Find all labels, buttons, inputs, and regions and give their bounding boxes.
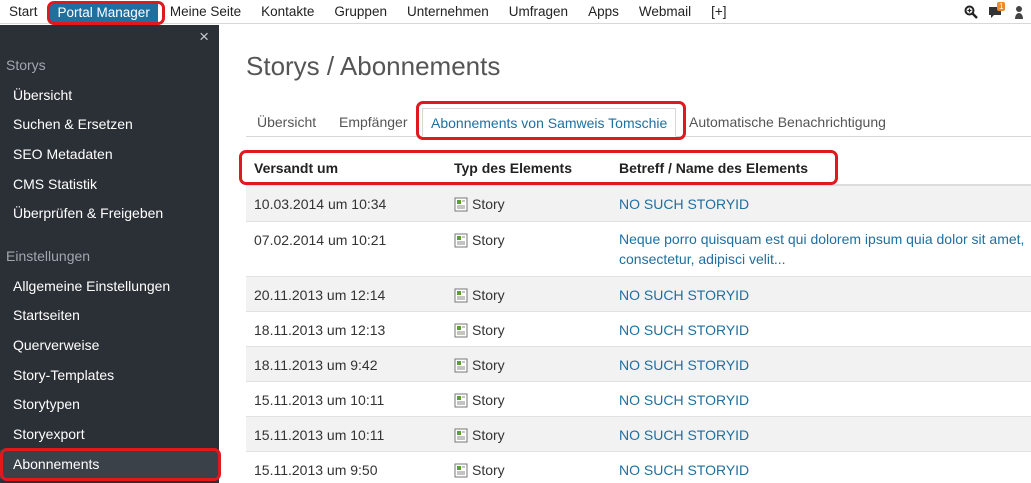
top-navigation-bar: Start Portal Manager Meine Seite Kontakt… [0,0,1031,24]
table-row: 15.11.2013 um 10:11 Story NO SUCH STORYI… [246,417,1031,452]
row-subject-link[interactable]: NO SUCH STORYID [619,425,749,445]
story-icon [454,428,468,442]
sidebar-item-storyexport[interactable]: Storyexport [13,426,85,442]
row-subject-link[interactable]: NO SUCH STORYID [619,460,749,480]
sidebar-item-querverweise[interactable]: Querverweise [13,337,99,353]
row-type: Story [454,196,505,212]
story-icon [454,358,468,372]
story-icon [454,233,468,247]
column-header-typ[interactable]: Typ des Elements [454,160,572,176]
row-type-label: Story [472,392,505,408]
nav-gruppen[interactable]: Gruppen [324,0,397,24]
sidebar-item-uebersicht[interactable]: Übersicht [13,87,72,103]
messages-icon[interactable]: 1 [983,0,1007,24]
row-type: Story [454,357,505,373]
row-date: 18.11.2013 um 9:42 [254,357,378,373]
table-row: 10.03.2014 um 10:34 Story NO SUCH STORYI… [246,186,1031,222]
column-header-betreff[interactable]: Betreff / Name des Elements [619,160,808,176]
row-subject-link[interactable]: NO SUCH STORYID [619,320,749,340]
row-type: Story [454,462,505,478]
page-title: Storys / Abonnements [246,51,501,81]
row-date: 07.02.2014 um 10:21 [254,232,387,248]
row-type-label: Story [472,232,505,248]
table-row: 18.11.2013 um 9:42 Story NO SUCH STORYID [246,347,1031,382]
story-icon [454,197,468,211]
sidebar-item-suchen-ersetzen[interactable]: Suchen & Ersetzen [13,116,133,132]
row-type: Story [454,392,505,408]
tab-uebersicht[interactable]: Übersicht [257,108,316,137]
nav-kontakte[interactable]: Kontakte [251,0,324,24]
story-icon [454,288,468,302]
table-row: 07.02.2014 um 10:21 Story Neque porro qu… [246,222,1031,277]
sidebar-item-allgemeine-einstellungen[interactable]: Allgemeine Einstellungen [13,278,170,294]
row-type: Story [454,287,505,303]
table-row: 15.11.2013 um 9:50 Story NO SUCH STORYID [246,452,1031,483]
row-type-label: Story [472,196,505,212]
row-type: Story [454,427,505,443]
nav-webmail[interactable]: Webmail [629,0,701,24]
top-icons: 1 [959,0,1031,24]
row-date: 20.11.2013 um 12:14 [254,287,386,303]
nav-portal-manager[interactable]: Portal Manager [49,1,158,23]
table-row: 18.11.2013 um 12:13 Story NO SUCH STORYI… [246,312,1031,347]
row-date: 10.03.2014 um 10:34 [254,196,387,212]
account-menu-icon[interactable] [1007,0,1031,24]
top-nav: Start Portal Manager Meine Seite Kontakt… [0,0,737,24]
row-type: Story [454,232,505,248]
nav-unternehmen[interactable]: Unternehmen [397,0,499,24]
row-type-label: Story [472,357,505,373]
row-type-label: Story [472,322,505,338]
row-subject-link[interactable]: Neque porro quisquam est qui dolorem ips… [619,229,1031,269]
sidebar-section-storys: Storys [6,57,46,73]
nav-meine-seite[interactable]: Meine Seite [160,0,251,24]
row-date: 15.11.2013 um 10:11 [254,392,385,408]
sidebar-section-einstellungen: Einstellungen [6,248,91,264]
nav-umfragen[interactable]: Umfragen [499,0,578,24]
sidebar-item-storytypen[interactable]: Storytypen [13,396,80,412]
row-subject-link[interactable]: NO SUCH STORYID [619,285,749,305]
row-date: 15.11.2013 um 10:11 [254,427,385,443]
row-type-label: Story [472,427,505,443]
row-subject-link[interactable]: NO SUCH STORYID [619,390,749,410]
column-header-versandt-um[interactable]: Versandt um [254,160,338,176]
nav-start[interactable]: Start [0,0,48,24]
sidebar: × Storys Übersicht Suchen & Ersetzen SEO… [0,25,219,483]
row-date: 18.11.2013 um 12:13 [254,322,386,338]
tab-bar: Übersicht Empfänger Abonnements von Samw… [246,108,1031,137]
sidebar-item-cms-statistik[interactable]: CMS Statistik [13,176,97,192]
row-date: 15.11.2013 um 9:50 [254,462,378,478]
sidebar-item-seo-metadaten[interactable]: SEO Metadaten [13,146,113,162]
sidebar-item-abonnements[interactable]: Abonnements [13,456,99,472]
row-type-label: Story [472,462,505,478]
main-content: Storys / Abonnements Übersicht Empfänger… [219,25,1031,483]
nav-apps[interactable]: Apps [578,0,629,24]
story-icon [454,393,468,407]
sidebar-item-story-templates[interactable]: Story-Templates [13,367,114,383]
nav-more[interactable]: [+] [701,0,736,24]
table-row: 15.11.2013 um 10:11 Story NO SUCH STORYI… [246,382,1031,417]
row-subject-link[interactable]: NO SUCH STORYID [619,355,749,375]
close-icon[interactable]: × [199,28,209,45]
story-icon [454,323,468,337]
tab-abonnements-von-samweis-tomschie[interactable]: Abonnements von Samweis Tomschie [422,108,677,137]
story-icon [454,463,468,477]
row-subject-link[interactable]: NO SUCH STORYID [619,194,749,214]
sidebar-item-ueberpruefen-freigeben[interactable]: Überprüfen & Freigeben [13,205,163,221]
row-type: Story [454,322,505,338]
sidebar-item-startseiten[interactable]: Startseiten [13,307,80,323]
table-header: Versandt um Typ des Elements Betreff / N… [246,150,1031,186]
table-row: 20.11.2013 um 12:14 Story NO SUCH STORYI… [246,277,1031,312]
search-icon[interactable] [959,0,983,24]
tab-automatische-benachrichtigung[interactable]: Automatische Benachrichtigung [689,108,886,137]
tab-empfaenger[interactable]: Empfänger [339,108,407,137]
row-type-label: Story [472,287,505,303]
notification-badge: 1 [997,2,1006,11]
